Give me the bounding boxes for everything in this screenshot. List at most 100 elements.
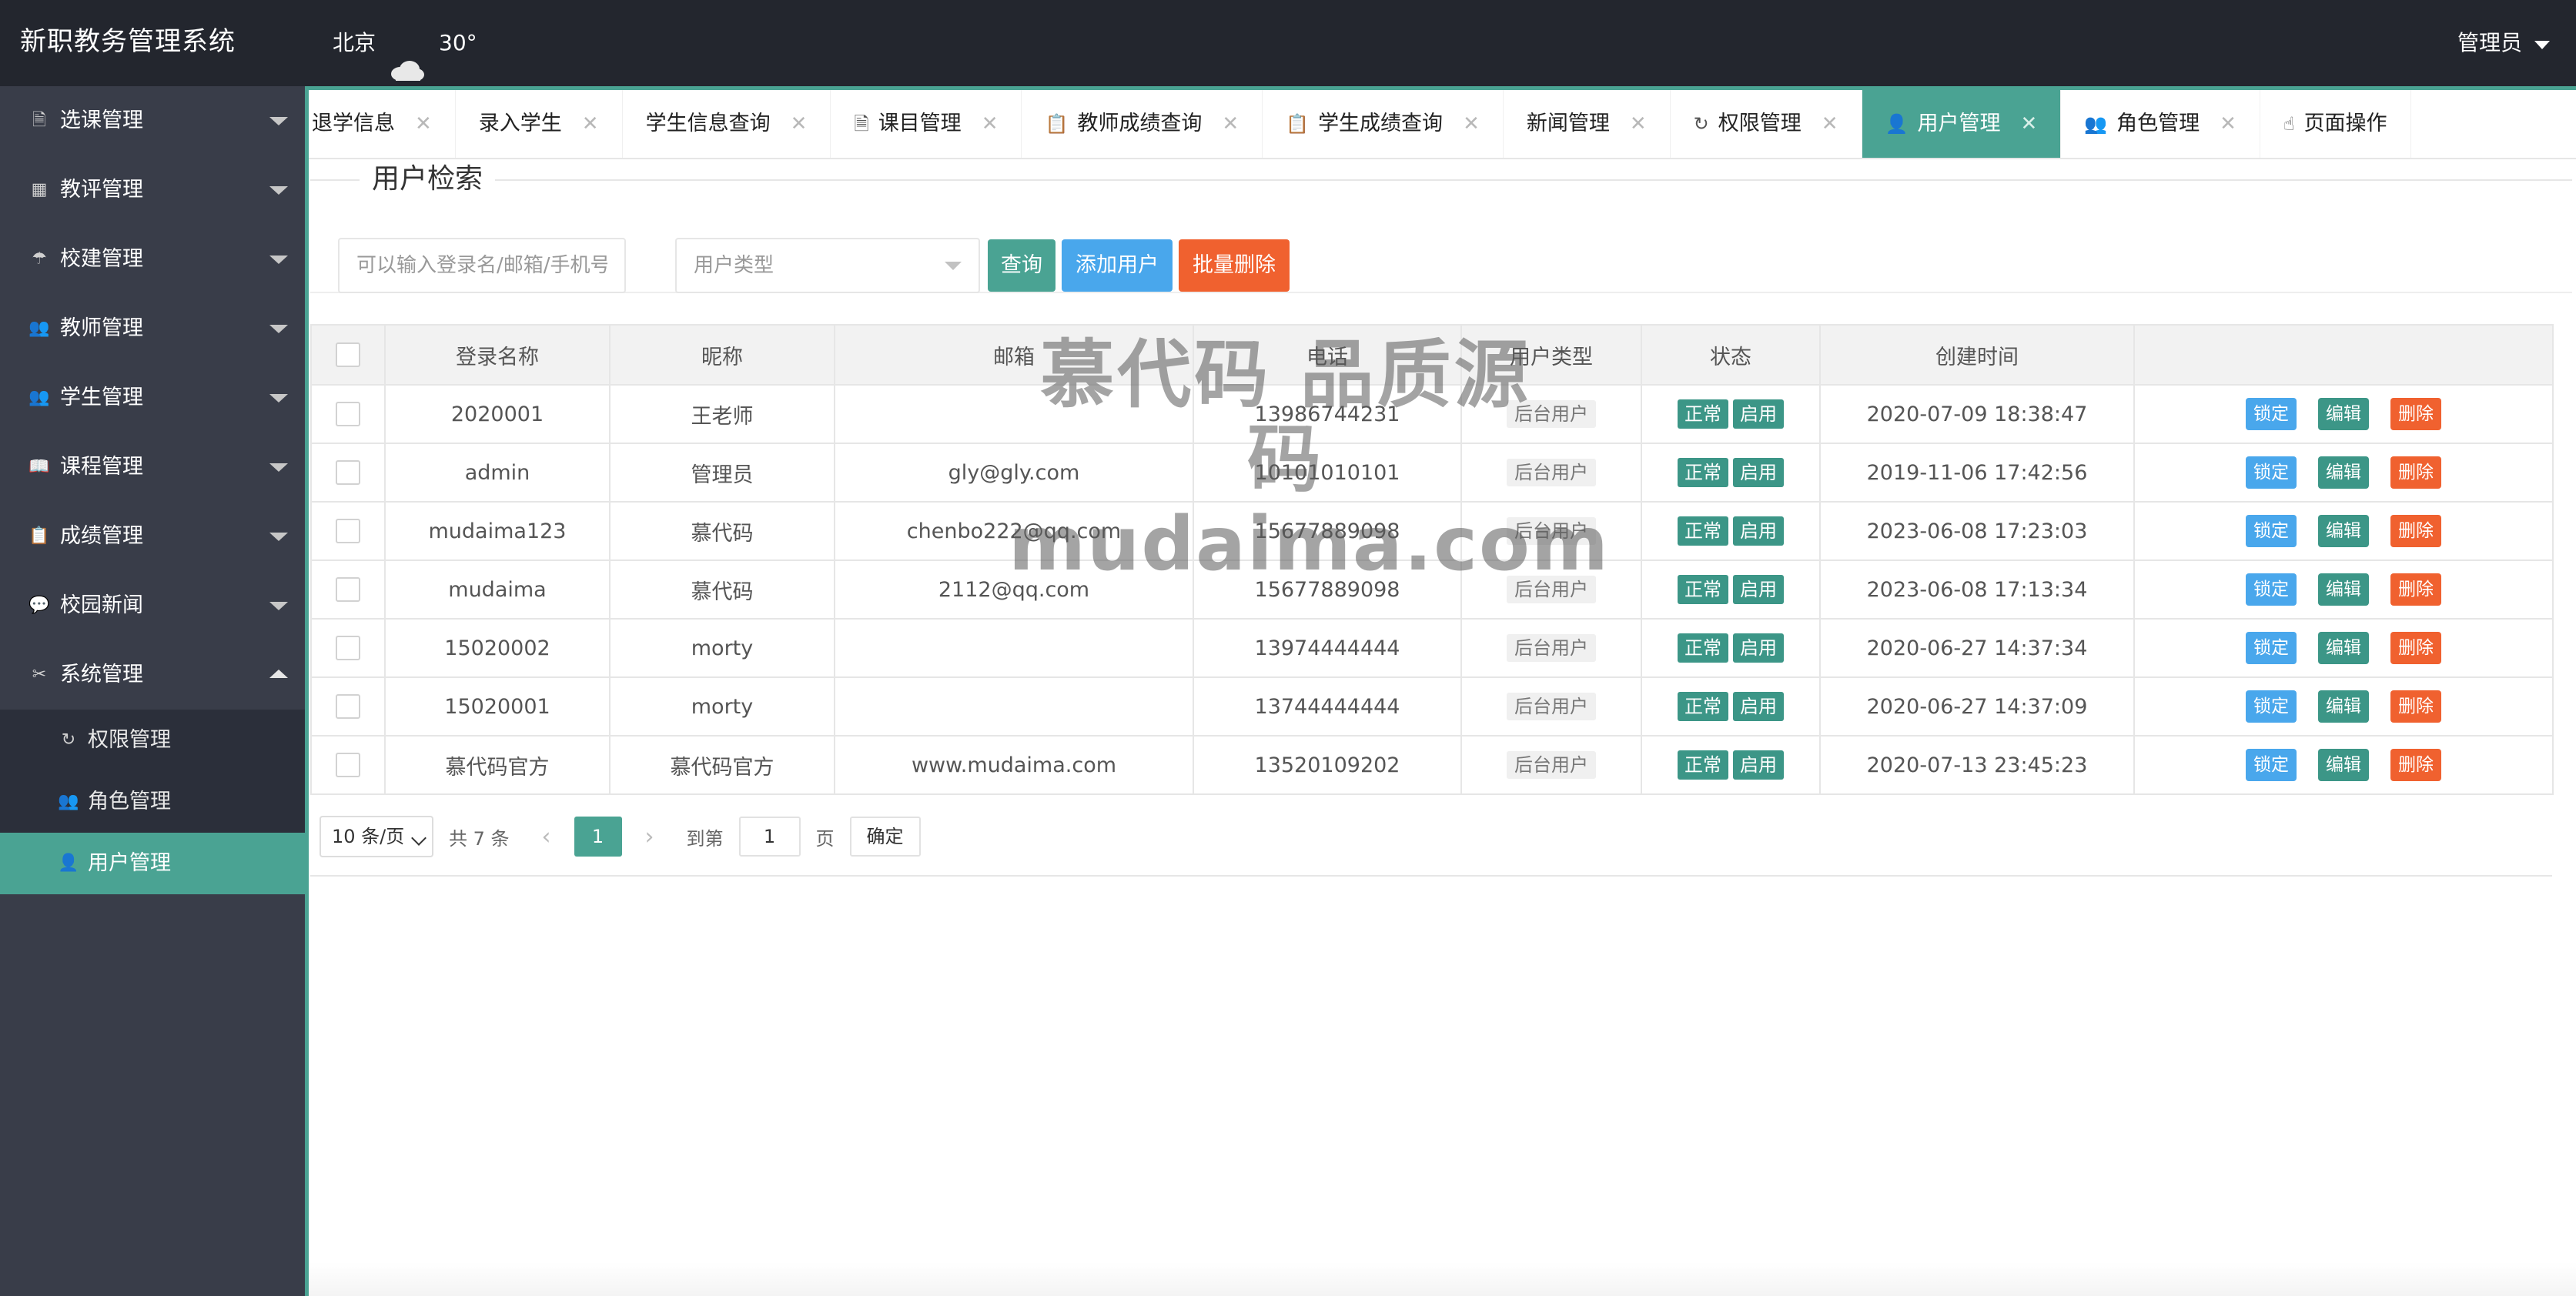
- cell-status: 正常 启用: [1641, 384, 1821, 444]
- close-icon[interactable]: ✕: [982, 90, 999, 158]
- edit-button[interactable]: 编辑: [2318, 690, 2369, 723]
- sidebar-item-teaching-evaluation[interactable]: ▦ 教评管理: [0, 155, 305, 225]
- batch-delete-button[interactable]: 批量删除: [1179, 239, 1290, 292]
- cell-created: 2023-06-08 17:13:34: [1819, 559, 2135, 620]
- cell-phone: 13520109202: [1193, 735, 1462, 795]
- close-icon[interactable]: ✕: [791, 90, 808, 158]
- sidebar-item-campus-construction[interactable]: ☂ 校建管理: [0, 225, 305, 294]
- row-checkbox[interactable]: [336, 519, 360, 544]
- delete-button[interactable]: 删除: [2390, 398, 2441, 430]
- user-name: 管理员: [2457, 30, 2522, 55]
- tools-icon: ✂: [32, 665, 47, 684]
- lock-button[interactable]: 锁定: [2246, 749, 2297, 781]
- lock-button[interactable]: 锁定: [2246, 632, 2297, 664]
- close-icon[interactable]: ✕: [415, 90, 432, 158]
- user-type-select[interactable]: 用户类型: [675, 238, 980, 293]
- query-button[interactable]: 查询: [988, 239, 1055, 292]
- delete-button[interactable]: 删除: [2390, 456, 2441, 489]
- pagination-divider: [310, 875, 2552, 877]
- close-icon[interactable]: ✕: [1822, 90, 1838, 158]
- tab-subject-management[interactable]: 🗎 课目管理 ✕: [831, 90, 1022, 158]
- tab-enter-student[interactable]: 录入学生 ✕: [456, 90, 623, 158]
- tab-teacher-grade-query[interactable]: 📋 教师成绩查询 ✕: [1022, 90, 1263, 158]
- close-icon[interactable]: ✕: [1630, 90, 1647, 158]
- sidebar-subitem-label: 用户管理: [88, 851, 171, 875]
- tab-permission-management[interactable]: ↻ 权限管理 ✕: [1671, 90, 1862, 158]
- row-checkbox[interactable]: [336, 636, 360, 661]
- column-header-created: 创建时间: [1819, 324, 2135, 386]
- sidebar-item-students[interactable]: 👥 学生管理: [0, 363, 305, 433]
- close-icon[interactable]: ✕: [582, 90, 599, 158]
- chat-icon: 💬: [28, 596, 50, 615]
- page-button-current[interactable]: 1: [574, 817, 622, 857]
- sidebar-item-label: 学生管理: [60, 386, 143, 409]
- tab-student-grade-query[interactable]: 📋 学生成绩查询 ✕: [1263, 90, 1504, 158]
- row-checkbox[interactable]: [336, 402, 360, 427]
- umbrella-icon: ☂: [32, 249, 47, 269]
- sidebar-item-campus-news[interactable]: 💬 校园新闻: [0, 571, 305, 640]
- sidebar-subitem-roles[interactable]: 👥 角色管理: [0, 771, 305, 833]
- select-all-checkbox[interactable]: [336, 342, 360, 368]
- sidebar-subitem-permissions[interactable]: ↻ 权限管理: [0, 710, 305, 771]
- table-row: 慕代码官方 慕代码官方 www.mudaima.com 13520109202 …: [310, 735, 2554, 795]
- tab-news-management[interactable]: 新闻管理 ✕: [1504, 90, 1671, 158]
- sidebar-item-teachers[interactable]: 👥 教师管理: [0, 294, 305, 363]
- delete-button[interactable]: 删除: [2390, 573, 2441, 606]
- tab-withdrawal-info[interactable]: 退学信息 ✕: [309, 90, 456, 158]
- status-badge: 正常: [1678, 633, 1728, 663]
- cell-user-type: 后台用户: [1460, 443, 1642, 503]
- row-checkbox[interactable]: [336, 460, 360, 486]
- edit-button[interactable]: 编辑: [2318, 749, 2369, 781]
- edit-button[interactable]: 编辑: [2318, 515, 2369, 547]
- user-search-panel: 用户检索 用户类型 查询 添加用户 批量删除: [310, 159, 2572, 293]
- tab-list: 退学信息 ✕ 录入学生 ✕ 学生信息查询 ✕ 🗎 课目管理 ✕ 📋 教师成绩查询…: [309, 90, 2411, 158]
- sidebar-subitem-users[interactable]: 👤 用户管理: [0, 833, 305, 894]
- row-checkbox[interactable]: [336, 753, 360, 778]
- lock-button[interactable]: 锁定: [2246, 398, 2297, 430]
- top-header: 新职教务管理系统 北京 30° 管理员: [0, 0, 2576, 86]
- next-page-icon[interactable]: ›: [645, 823, 654, 850]
- close-icon[interactable]: ✕: [1222, 90, 1239, 158]
- tab-page-actions[interactable]: ☝ 页面操作: [2260, 90, 2411, 158]
- lock-button[interactable]: 锁定: [2246, 573, 2297, 606]
- users-icon: 👥: [28, 319, 50, 338]
- close-icon[interactable]: ✕: [2220, 90, 2236, 158]
- edit-button[interactable]: 编辑: [2318, 632, 2369, 664]
- goto-confirm-button[interactable]: 确定: [849, 817, 921, 857]
- sidebar-item-grades[interactable]: 📋 成绩管理: [0, 502, 305, 571]
- goto-page-input[interactable]: [738, 817, 801, 857]
- close-icon[interactable]: ✕: [1463, 90, 1480, 158]
- cell-created: 2020-07-09 18:38:47: [1819, 384, 2135, 444]
- lock-button[interactable]: 锁定: [2246, 690, 2297, 723]
- cell-nickname: 王老师: [609, 384, 835, 444]
- lock-button[interactable]: 锁定: [2246, 456, 2297, 489]
- cell-created: 2020-06-27 14:37:34: [1819, 618, 2135, 678]
- sidebar-item-course-selection[interactable]: 🗎 选课管理: [0, 86, 305, 155]
- prev-page-icon[interactable]: ‹: [542, 823, 551, 850]
- tab-role-management[interactable]: 👥 角色管理 ✕: [2061, 90, 2260, 158]
- delete-button[interactable]: 删除: [2390, 632, 2441, 664]
- row-checkbox[interactable]: [336, 694, 360, 720]
- cell-email: chenbo222@qq.com: [834, 501, 1194, 561]
- page-size-select[interactable]: 10 条/页: [319, 816, 433, 857]
- delete-button[interactable]: 删除: [2390, 515, 2441, 547]
- sidebar-subitem-label: 权限管理: [88, 728, 171, 752]
- cell-status: 正常 启用: [1641, 443, 1821, 503]
- row-checkbox[interactable]: [336, 577, 360, 603]
- search-input[interactable]: [338, 238, 626, 293]
- lock-button[interactable]: 锁定: [2246, 515, 2297, 547]
- user-menu[interactable]: 管理员: [2457, 0, 2550, 86]
- tab-user-management[interactable]: 👤 用户管理 ✕: [1862, 90, 2062, 158]
- tab-student-info-query[interactable]: 学生信息查询 ✕: [623, 90, 831, 158]
- cell-status: 正常 启用: [1641, 618, 1821, 678]
- sidebar-item-system[interactable]: ✂ 系统管理: [0, 640, 305, 710]
- close-icon[interactable]: ✕: [2020, 90, 2037, 158]
- delete-button[interactable]: 删除: [2390, 690, 2441, 723]
- edit-button[interactable]: 编辑: [2318, 456, 2369, 489]
- edit-button[interactable]: 编辑: [2318, 573, 2369, 606]
- column-header-user-type: 用户类型: [1460, 324, 1642, 386]
- delete-button[interactable]: 删除: [2390, 749, 2441, 781]
- sidebar-item-courses[interactable]: 📖 课程管理: [0, 433, 305, 502]
- edit-button[interactable]: 编辑: [2318, 398, 2369, 430]
- add-user-button[interactable]: 添加用户: [1062, 239, 1173, 292]
